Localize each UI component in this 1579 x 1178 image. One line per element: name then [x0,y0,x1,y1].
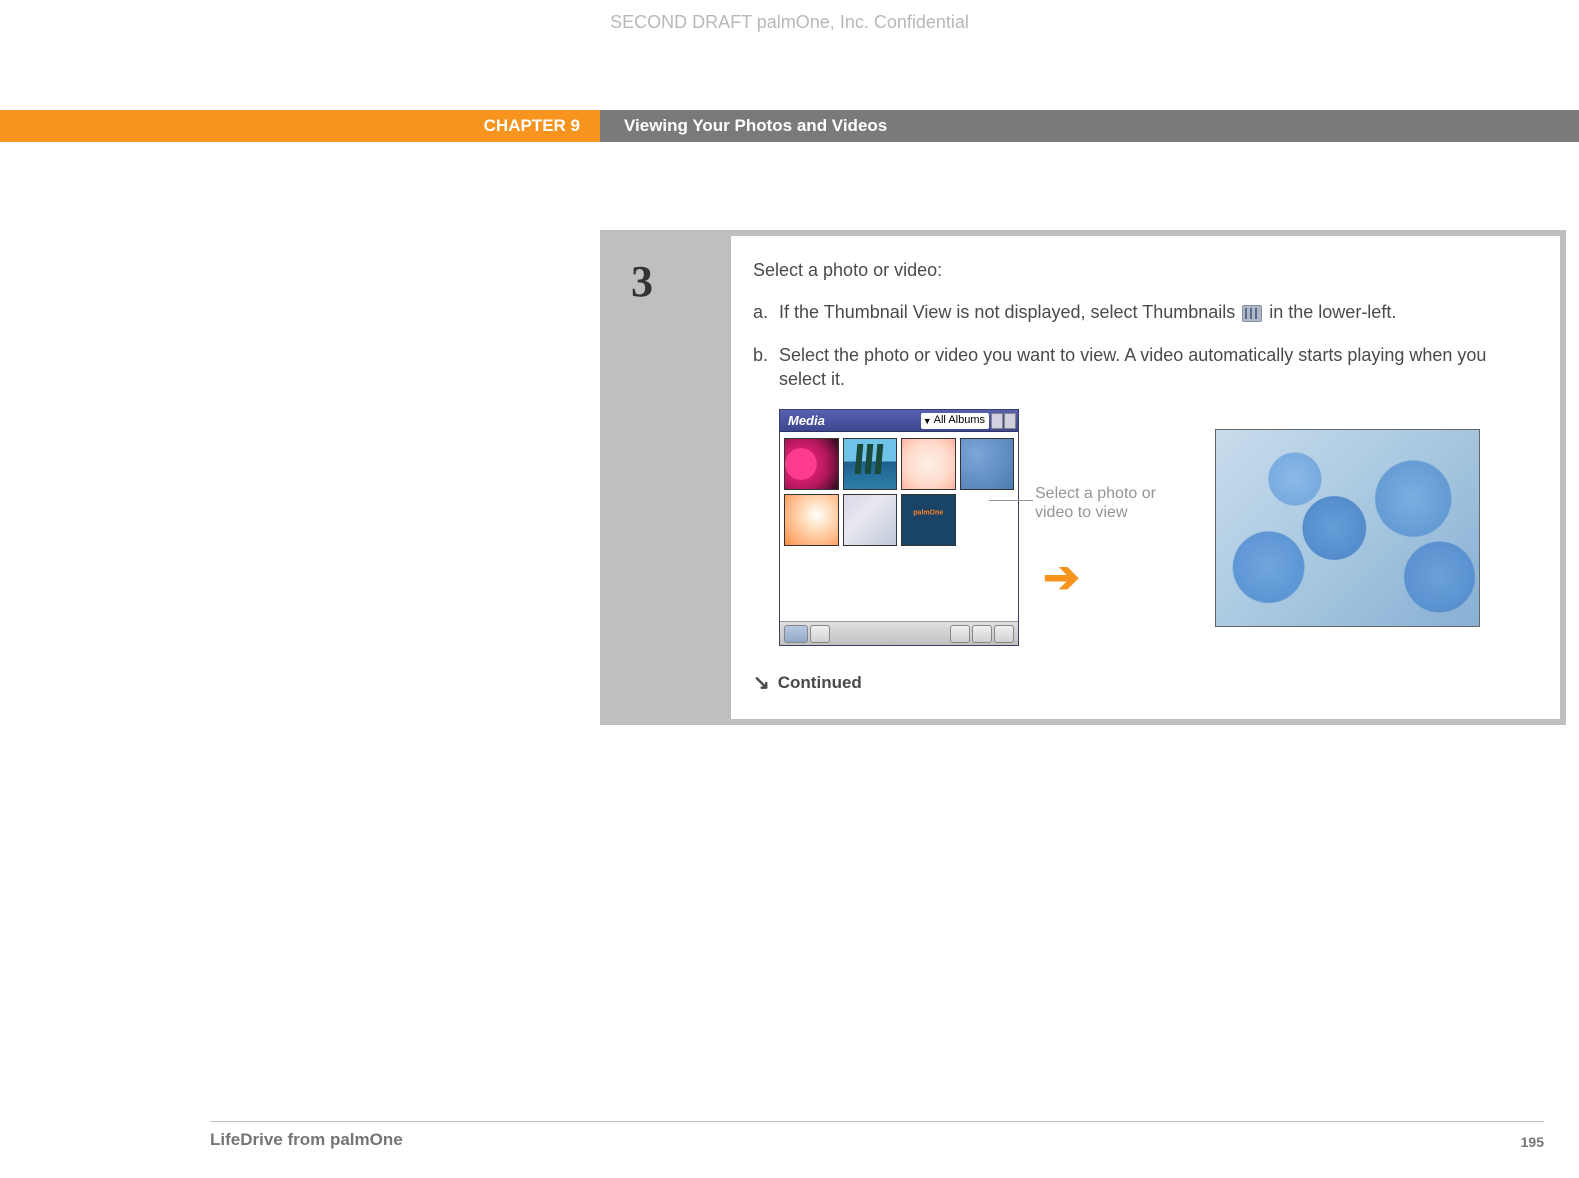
storage-card-icon[interactable] [1004,413,1016,429]
step-number: 3 [606,236,731,719]
thumbnails-icon [1242,305,1262,322]
substep-b-letter: b. [753,343,779,392]
thumbnail-2[interactable] [843,438,898,490]
chapter-label: CHAPTER 9 [0,110,600,142]
dropdown-arrow-icon: ▼ [923,415,932,427]
media-titlebar: Media ▼ All Albums [780,410,1018,432]
step-card: 3 Select a photo or video: a. If the Thu… [600,230,1566,725]
slideshow-button[interactable] [972,625,992,643]
copy-button[interactable] [994,625,1014,643]
media-toolbar [780,621,1018,645]
albums-dropdown-label: All Albums [934,413,985,428]
continued-indicator: ↘ Continued [753,670,1532,697]
substep-b-text: Select the photo or video you want to vi… [779,343,1532,392]
thumbnail-6[interactable] [843,494,898,546]
storage-device-icon[interactable] [991,413,1003,429]
annotation-wrapper: Select a photo or video to view ➔ [1027,448,1185,608]
thumbnail-4[interactable] [960,438,1015,490]
annotation-label: Select a photo or video to view [1035,484,1185,522]
continued-arrow-icon: ↘ [753,670,770,697]
chapter-title: Viewing Your Photos and Videos [600,110,1579,142]
footer-divider [210,1121,1544,1122]
thumbnail-5[interactable] [784,494,839,546]
substep-a-after: in the lower-left. [1269,302,1396,322]
substep-a-before: If the Thumbnail View is not displayed, … [779,302,1240,322]
screenshot-row: Media ▼ All Albums [779,409,1532,646]
continued-label: Continued [778,672,862,695]
albums-dropdown[interactable]: ▼ All Albums [921,413,989,429]
substep-a-text: If the Thumbnail View is not displayed, … [779,300,1532,324]
media-app-title: Media [782,412,831,430]
media-application-window: Media ▼ All Albums [779,409,1019,646]
step-heading: Select a photo or video: [753,258,1532,282]
thumbnail-3[interactable] [901,438,956,490]
selected-photo-preview [1215,429,1480,627]
thumbnail-1[interactable] [784,438,839,490]
arrow-right-icon: ➔ [1043,548,1185,607]
watermark-text: SECOND DRAFT palmOne, Inc. Confidential [0,12,1579,33]
substep-a-letter: a. [753,300,779,324]
substep-a: a. If the Thumbnail View is not displaye… [753,300,1532,324]
list-view-button[interactable] [810,625,830,643]
header-bar: CHAPTER 9 Viewing Your Photos and Videos [0,110,1579,142]
substep-b: b. Select the photo or video you want to… [753,343,1532,392]
thumbnails-view-button[interactable] [784,625,808,643]
footer-product-name: LifeDrive from palmOne [210,1130,403,1150]
send-button[interactable] [950,625,970,643]
footer-page-number: 195 [1521,1134,1544,1150]
step-content: Select a photo or video: a. If the Thumb… [731,236,1560,719]
thumbnail-7[interactable] [901,494,956,546]
thumbnails-grid [780,432,1018,621]
